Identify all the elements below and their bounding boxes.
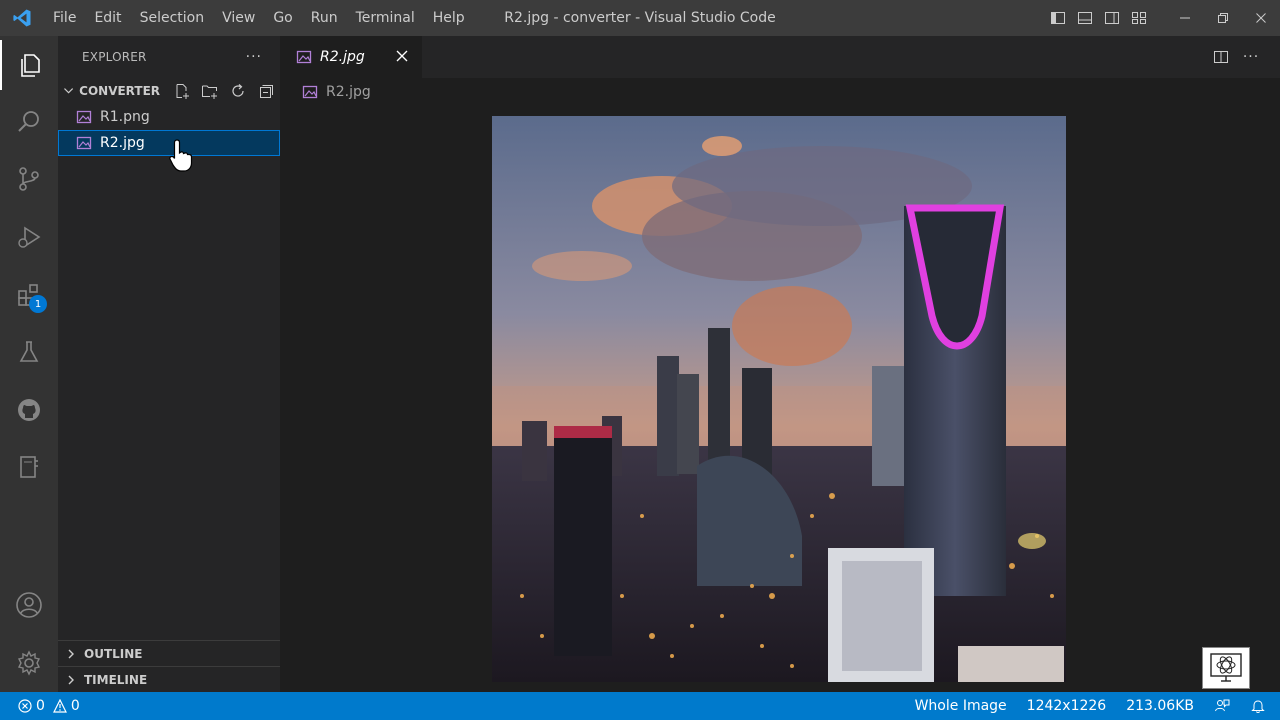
notebook-icon[interactable] xyxy=(0,442,58,492)
chevron-right-icon xyxy=(68,675,74,684)
menu-file[interactable]: File xyxy=(44,0,85,36)
close-tab-icon[interactable] xyxy=(394,48,410,64)
breadcrumb: R2.jpg xyxy=(302,82,371,102)
file-name: R1.png xyxy=(100,109,150,125)
tab-bar: R2.jpg ··· xyxy=(280,36,1280,78)
hand-cursor-icon xyxy=(168,138,196,174)
run-debug-icon[interactable] xyxy=(0,212,58,262)
toggle-panel-icon[interactable] xyxy=(1071,0,1098,36)
menu-go[interactable]: Go xyxy=(264,0,301,36)
restore-icon[interactable] xyxy=(1204,0,1242,36)
editor-more-actions[interactable]: ··· xyxy=(1236,36,1266,78)
source-control-icon[interactable] xyxy=(0,154,58,204)
outline-section[interactable]: OUTLINE xyxy=(58,640,280,666)
menu-terminal[interactable]: Terminal xyxy=(347,0,424,36)
image-file-icon xyxy=(76,110,92,124)
image-file-icon xyxy=(76,136,92,150)
problems-indicator[interactable]: 0 0 xyxy=(18,698,80,714)
tab-label: R2.jpg xyxy=(320,49,365,65)
testing-icon[interactable] xyxy=(0,327,58,377)
image-file-icon xyxy=(302,85,318,99)
chevron-right-icon xyxy=(68,649,74,658)
timeline-section[interactable]: TIMELINE xyxy=(58,666,280,692)
account-icon[interactable] xyxy=(0,580,58,630)
error-count: 0 xyxy=(36,698,45,714)
notifications-bell-icon[interactable] xyxy=(1240,692,1280,720)
toggle-secondary-sidebar-icon[interactable] xyxy=(1098,0,1125,36)
close-window-icon[interactable] xyxy=(1242,0,1280,36)
folder-converter[interactable]: CONVERTER xyxy=(58,78,280,104)
toggle-primary-sidebar-icon[interactable] xyxy=(1044,0,1071,36)
new-file-icon[interactable] xyxy=(168,80,196,102)
split-editor-icon[interactable] xyxy=(1206,36,1236,78)
title-bar: File Edit Selection View Go Run Terminal… xyxy=(0,0,1280,36)
breadcrumb-item[interactable]: R2.jpg xyxy=(326,84,371,100)
menu-edit[interactable]: Edit xyxy=(85,0,130,36)
explorer-sidebar: EXPLORER ··· CONVERTER R1.png R2.jpg OUT… xyxy=(58,36,280,692)
search-icon[interactable] xyxy=(0,97,58,147)
vscode-logo-icon xyxy=(0,0,44,36)
explorer-icon[interactable] xyxy=(0,40,58,90)
menu-bar: File Edit Selection View Go Run Terminal… xyxy=(44,0,474,36)
editor-area: R2.jpg ··· R2.jpg xyxy=(280,36,1280,692)
warning-count: 0 xyxy=(70,698,80,714)
channel-logo-icon xyxy=(1202,647,1250,689)
explorer-title: EXPLORER xyxy=(82,50,147,64)
new-folder-icon[interactable] xyxy=(196,80,224,102)
menu-run[interactable]: Run xyxy=(302,0,347,36)
outline-label: OUTLINE xyxy=(84,646,143,661)
tab-r2-jpg[interactable]: R2.jpg xyxy=(280,36,422,78)
chevron-down-icon xyxy=(64,88,74,94)
extensions-badge: 1 xyxy=(29,295,47,313)
explorer-more-actions[interactable]: ··· xyxy=(246,49,262,65)
github-icon[interactable] xyxy=(0,385,58,435)
file-item-r1[interactable]: R1.png xyxy=(58,104,280,130)
image-file-icon xyxy=(296,50,312,64)
minimize-icon[interactable] xyxy=(1166,0,1204,36)
status-bar: 0 0 Whole Image 1242x1226 213.06KB xyxy=(0,692,1280,720)
collapse-all-icon[interactable] xyxy=(252,80,280,102)
activity-bar: 1 xyxy=(0,36,58,692)
timeline-label: TIMELINE xyxy=(84,672,148,687)
image-preview[interactable] xyxy=(492,116,1066,682)
extensions-icon[interactable]: 1 xyxy=(0,270,58,320)
menu-selection[interactable]: Selection xyxy=(131,0,214,36)
image-dimensions: 1242x1226 xyxy=(1026,698,1107,714)
folder-name: CONVERTER xyxy=(79,84,160,98)
file-size: 213.06KB xyxy=(1126,698,1194,714)
customize-layout-icon[interactable] xyxy=(1125,0,1152,36)
zoom-level[interactable]: Whole Image xyxy=(905,692,1017,720)
feedback-icon[interactable] xyxy=(1204,692,1240,720)
refresh-icon[interactable] xyxy=(224,80,252,102)
warning-icon xyxy=(52,699,67,713)
settings-gear-icon[interactable] xyxy=(0,638,58,688)
menu-view[interactable]: View xyxy=(213,0,264,36)
error-icon xyxy=(18,699,32,713)
menu-help[interactable]: Help xyxy=(424,0,474,36)
file-name: R2.jpg xyxy=(100,135,145,151)
